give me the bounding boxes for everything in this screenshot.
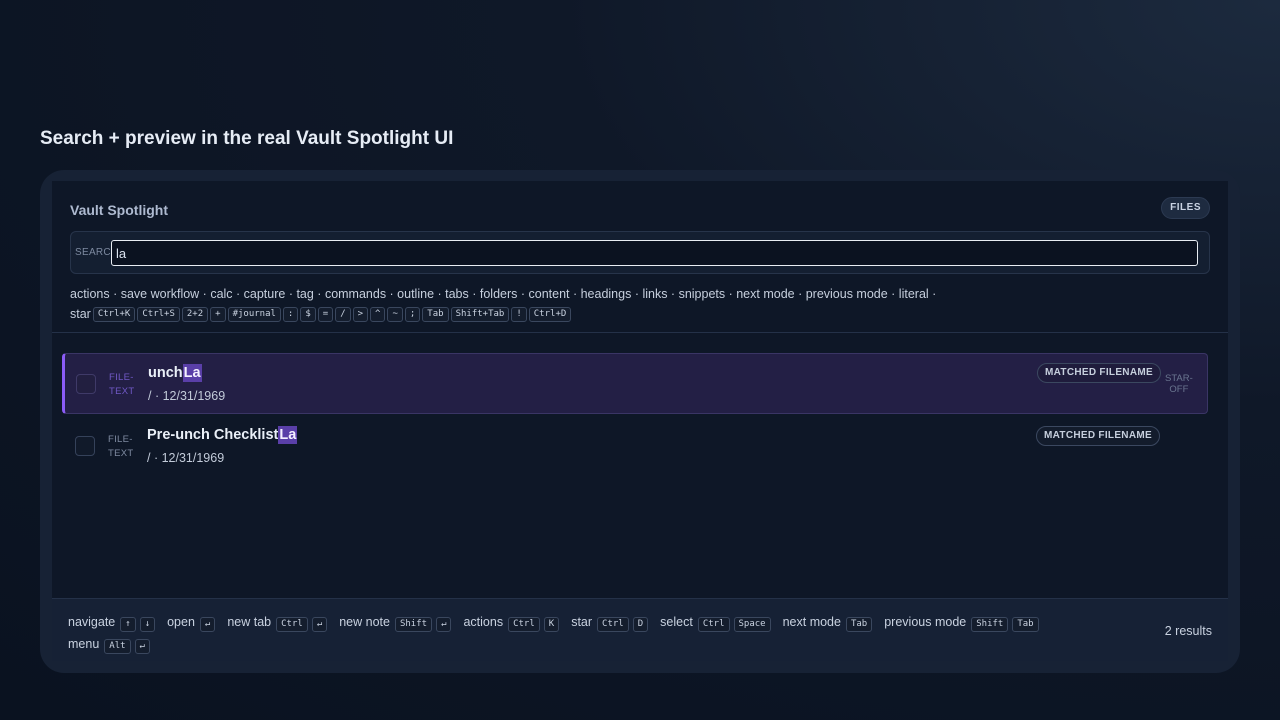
result-title-text: Pre-unch Checklist bbox=[147, 427, 279, 443]
star-state-line: STAR- bbox=[1165, 373, 1193, 384]
star-toggle[interactable]: STAR- OFF bbox=[1165, 373, 1193, 395]
shortcut-item: actions Ctrl K bbox=[463, 611, 561, 633]
shortcut-key: Shift bbox=[971, 617, 1009, 632]
shortcut-item: new tab Ctrl ↵ bbox=[227, 611, 329, 633]
shortcut-label: menu bbox=[68, 637, 100, 651]
hint-key: Shift+Tab bbox=[450, 306, 510, 322]
footer-bar: navigate ↑ ↓ open ↵ new tab Ctrl ↵ new note Shift… bbox=[52, 598, 1228, 661]
result-title-text: unch bbox=[148, 365, 183, 381]
shortcut-item: navigate ↑ ↓ bbox=[68, 611, 157, 633]
shortcut-label: select bbox=[660, 615, 693, 629]
match-badge: MATCHED FILENAME bbox=[1037, 363, 1161, 383]
result-kind-line: TEXT bbox=[108, 448, 134, 459]
result-kind-line: FILE- bbox=[109, 372, 134, 383]
shortcut-key: Tab bbox=[1012, 617, 1039, 632]
hint-key: = bbox=[317, 306, 334, 322]
shortcut-label: star bbox=[571, 615, 593, 629]
result-kind-line: FILE- bbox=[108, 434, 133, 445]
match-highlight: La bbox=[182, 364, 202, 382]
result-title: unchLa bbox=[148, 364, 202, 382]
shortcut-label: new tab bbox=[227, 615, 272, 629]
shortcut-key: Ctrl bbox=[508, 617, 540, 632]
search-input[interactable] bbox=[111, 240, 1198, 266]
panel-header: Vault Spotlight FILES bbox=[70, 197, 1210, 225]
shortcut-key: Tab bbox=[845, 617, 873, 632]
hint-key: Ctrl+K bbox=[92, 306, 136, 322]
shortcut-item: open ↵ bbox=[167, 611, 217, 633]
shortcut-key: D bbox=[632, 617, 649, 632]
result-kind: FILE- TEXT bbox=[108, 433, 133, 461]
hint-key: : bbox=[282, 306, 299, 322]
select-checkbox[interactable] bbox=[75, 436, 95, 456]
hint-key: ! bbox=[511, 306, 527, 322]
shortcut-key: Alt bbox=[104, 639, 131, 654]
result-row[interactable]: FILE- TEXT Pre-unch ChecklistLa / · 12/31/1… bbox=[62, 416, 1208, 477]
shortcut-key: ↓ bbox=[139, 617, 156, 632]
shortcut-key: ↵ bbox=[311, 617, 328, 632]
hint-key: #journal bbox=[227, 306, 281, 322]
shortcut-key: ↑ bbox=[120, 617, 136, 632]
result-kind-line: TEXT bbox=[109, 386, 135, 397]
shortcut-item: select Ctrl Space bbox=[660, 611, 772, 633]
search-box: SEARCH bbox=[70, 231, 1210, 274]
mode-badge[interactable]: FILES bbox=[1161, 197, 1210, 219]
match-badge: MATCHED FILENAME bbox=[1036, 426, 1160, 446]
shortcut-item: next mode Tab bbox=[783, 611, 875, 633]
shortcut-label: navigate bbox=[68, 615, 116, 629]
page-heading: Search + preview in the real Vault Spotl… bbox=[40, 128, 454, 149]
shortcut-item: star Ctrl D bbox=[571, 611, 650, 633]
hint-key: ^ bbox=[370, 306, 386, 322]
shortcut-key: Ctrl bbox=[276, 617, 308, 632]
shortcut-key: Ctrl bbox=[697, 617, 730, 632]
shortcut-item: previous mode Shift Tab bbox=[884, 611, 1040, 633]
shortcut-key: Shift bbox=[394, 617, 433, 632]
result-meta: / · 12/31/1969 bbox=[147, 451, 225, 465]
app-frame: Vault Spotlight FILES SEARCH actions · s… bbox=[40, 170, 1240, 673]
hint-key: Tab bbox=[422, 306, 449, 322]
shortcut-label: open bbox=[167, 615, 195, 629]
shortcut-label: next mode bbox=[782, 615, 841, 629]
shortcut-key: ↵ bbox=[134, 639, 150, 654]
select-checkbox[interactable] bbox=[76, 374, 96, 394]
match-highlight: La bbox=[278, 426, 298, 444]
shortcut-key: ↵ bbox=[199, 617, 216, 632]
result-title: Pre-unch ChecklistLa bbox=[147, 426, 298, 444]
hint-key: / bbox=[335, 306, 351, 322]
shortcut-key: ↵ bbox=[436, 617, 452, 632]
result-kind: FILE- TEXT bbox=[109, 371, 134, 399]
hint-key: + bbox=[210, 306, 226, 322]
result-row[interactable]: FILE- TEXT unchLa / · 12/31/1969 MATCHED FIL… bbox=[62, 353, 1208, 414]
hint-key: ~ bbox=[387, 306, 403, 322]
result-count: 2 results bbox=[1164, 624, 1212, 638]
hint-keys-row: star Ctrl+K Ctrl+S 2+2 + #journal: $ = / > ^ ~; Tab… bbox=[70, 306, 1210, 322]
syntax-hints: actions · save workflow · calc · capture… bbox=[70, 287, 1210, 322]
hint-key: Ctrl+D bbox=[528, 306, 572, 322]
hint-key: $ bbox=[300, 306, 316, 322]
hint-star-word: star bbox=[70, 307, 91, 321]
shortcut-key: Space bbox=[733, 617, 771, 632]
shortcut-label: actions bbox=[463, 615, 504, 629]
result-meta: / · 12/31/1969 bbox=[148, 389, 226, 403]
hint-key: Ctrl+S bbox=[137, 306, 180, 322]
divider bbox=[52, 332, 1228, 333]
hint-key: > bbox=[352, 306, 369, 322]
shortcut-item: new note Shift ↵ bbox=[339, 611, 453, 633]
app-title: Vault Spotlight bbox=[70, 202, 168, 218]
star-state-line: OFF bbox=[1169, 384, 1189, 395]
hint-key: 2+2 bbox=[181, 306, 209, 322]
shortcut-key: Ctrl bbox=[597, 617, 629, 632]
shortcut-legend: navigate ↑ ↓ open ↵ new tab Ctrl ↵ new note Shift… bbox=[68, 611, 1108, 655]
hint-key: ; bbox=[404, 306, 421, 322]
spotlight-panel: Vault Spotlight FILES SEARCH actions · s… bbox=[52, 181, 1228, 661]
shortcut-item: menu Alt ↵ bbox=[68, 633, 152, 655]
shortcut-label: new note bbox=[339, 615, 390, 629]
shortcut-label: previous mode bbox=[884, 615, 967, 629]
hint-modes-text: actions · save workflow · calc · capture… bbox=[70, 287, 937, 301]
shortcut-key: K bbox=[543, 617, 560, 632]
